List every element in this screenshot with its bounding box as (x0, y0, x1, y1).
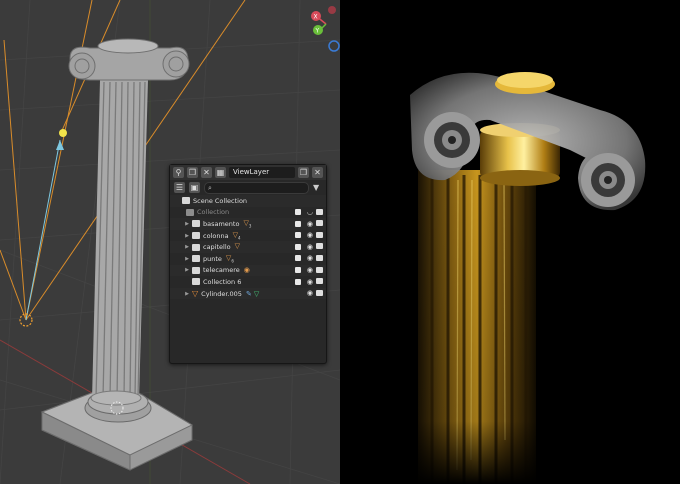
display-mode-icon[interactable]: ☰ (174, 182, 185, 193)
close-icon[interactable]: ✕ (201, 167, 212, 178)
copy-icon[interactable]: ❐ (187, 167, 198, 178)
pin-icon[interactable]: ⚲ (173, 167, 184, 178)
gizmo-y-label: Y (315, 28, 320, 35)
filter-icon[interactable]: ▼ (313, 183, 322, 193)
expand-icon[interactable]: ▶ (184, 233, 190, 239)
tree-row[interactable]: Collection ◡ (170, 207, 326, 219)
expand-icon[interactable]: ▶ (184, 291, 190, 297)
eye-icon[interactable]: ◉ (307, 278, 313, 286)
mesh-data-icon: ▽ (253, 289, 260, 298)
expand-icon[interactable]: ▶ (184, 267, 190, 273)
outliner-tree: Scene Collection Collection ◡ ▶ basament… (170, 195, 326, 300)
outliner-panel[interactable]: ⚲ ❐ ✕ ▦ ViewLayer ❐ ✕ ☰ ▣ ⌕ ▼ Scene Coll… (169, 164, 327, 364)
scene-collection-label: Scene Collection (193, 196, 248, 205)
collection-icon (192, 220, 200, 228)
render-preview (340, 0, 680, 484)
collection-icon (192, 232, 200, 240)
collection-icon (192, 278, 200, 286)
eye-icon[interactable]: ◉ (307, 243, 313, 251)
collection-icon (192, 266, 200, 274)
gizmo-z-icon (328, 40, 340, 52)
camera-icon[interactable] (316, 231, 323, 238)
scene-collection-icon (182, 197, 190, 205)
gizmo-x-label: X (314, 14, 318, 21)
remove-icon[interactable]: ✕ (312, 167, 323, 178)
expand-icon[interactable]: ▶ (184, 244, 190, 250)
camera-icon[interactable] (316, 243, 323, 250)
tree-row[interactable]: Collection 6 ◉ (170, 276, 326, 288)
tree-row[interactable]: ▶ basamento ▽3 ◉ (170, 218, 326, 230)
outliner-header: ⚲ ❐ ✕ ▦ ViewLayer ❐ ✕ (170, 165, 326, 180)
mesh-badge-icon: ▽3 (243, 219, 252, 229)
search-icon: ⌕ (208, 183, 212, 192)
exclude-checkbox[interactable] (295, 232, 301, 239)
exclude-checkbox[interactable] (295, 220, 301, 227)
modifier-wrench-icon: ✎ (245, 289, 252, 298)
tree-row[interactable]: ▶ punte ▽6 ◉ (170, 253, 326, 265)
mesh-badge-icon: ▽4 (232, 230, 241, 241)
tree-row[interactable]: ▶ ▽ Cylinder.005 ✎ ▽ ◉ (170, 287, 326, 300)
eye-icon[interactable]: ◉ (307, 220, 313, 228)
3d-viewport[interactable]: X Y ⚲ ❐ ✕ ▦ ViewLayer ❐ ✕ ☰ ▣ ⌕ ▼ Scene … (0, 0, 340, 484)
light-direction (25, 139, 61, 321)
eye-icon[interactable]: ◉ (307, 266, 313, 274)
exclude-checkbox[interactable] (295, 255, 301, 262)
collection-icon (186, 208, 194, 216)
duplicate-icon[interactable]: ❐ (298, 167, 309, 178)
search-input[interactable]: ⌕ (204, 181, 309, 194)
light-icon (59, 129, 67, 137)
eye-icon[interactable]: ◉ (307, 289, 313, 297)
scene-icon[interactable]: ▦ (215, 167, 226, 178)
eye-icon[interactable]: ◉ (307, 254, 313, 262)
mesh-badge-icon: ▽6 (225, 254, 234, 264)
camera-badge-icon: ◉ (243, 266, 250, 275)
exclude-checkbox[interactable] (295, 243, 301, 250)
camera-icon[interactable] (316, 220, 323, 227)
expand-icon[interactable]: ▶ (184, 221, 190, 227)
view-layer-name[interactable]: ViewLayer (229, 167, 295, 178)
camera-icon[interactable] (316, 208, 323, 215)
scene-collection-row[interactable]: Scene Collection (170, 195, 326, 207)
eye-icon[interactable]: ◡ (307, 208, 313, 216)
mesh-object-icon: ▽ (192, 289, 199, 299)
camera-icon[interactable] (316, 289, 323, 296)
camera-icon[interactable] (316, 254, 323, 261)
camera-icon[interactable] (316, 278, 323, 285)
exclude-checkbox[interactable] (295, 267, 301, 274)
exclude-checkbox[interactable] (295, 209, 301, 216)
outliner-toolbar: ☰ ▣ ⌕ ▼ (170, 180, 326, 195)
expand-icon[interactable]: ▶ (184, 256, 190, 262)
collection-icon (192, 243, 200, 251)
tree-row[interactable]: ▶ colonna ▽4 ◉ (170, 230, 326, 242)
exclude-checkbox[interactable] (295, 278, 301, 285)
filter-type-icon[interactable]: ▣ (189, 182, 200, 193)
tree-row[interactable]: ▶ capitello ▽ ◉ (170, 241, 326, 253)
camera-icon[interactable] (316, 266, 323, 273)
eye-icon[interactable]: ◉ (307, 231, 313, 239)
tree-row[interactable]: ▶ telecamere ◉ ◉ (170, 264, 326, 277)
collection-icon (192, 255, 200, 263)
rendered-column-image (410, 72, 646, 484)
mesh-badge-icon: ▽ (234, 242, 241, 251)
